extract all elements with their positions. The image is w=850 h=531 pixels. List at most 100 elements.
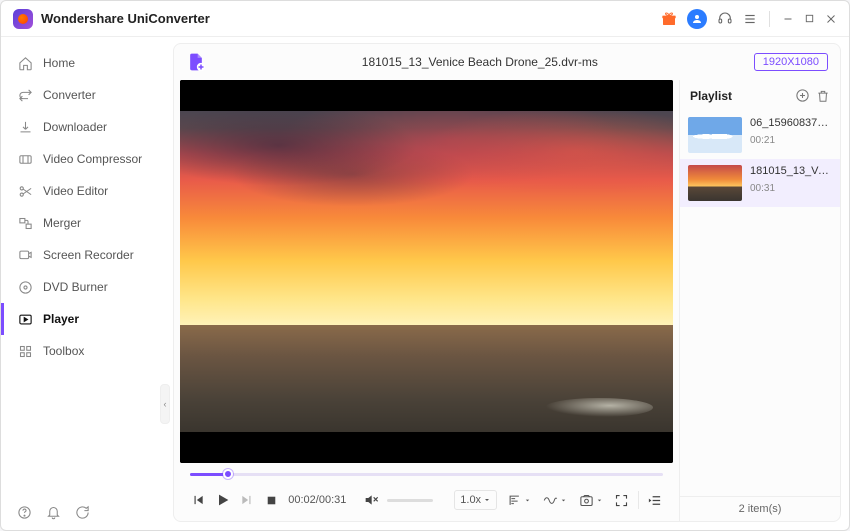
playlist-item-name: 06_1596083776.d... [750,117,832,129]
chevron-down-icon [524,497,531,504]
sidebar-item-label: Toolbox [43,344,84,358]
sidebar-item-video-compressor[interactable]: Video Compressor [1,143,171,175]
playlist-item-duration: 00:31 [750,183,832,194]
playlist-toggle-button[interactable] [646,490,663,510]
playlist-count: 2 item(s) [680,496,840,521]
sidebar-item-player[interactable]: Player [1,303,171,335]
letterbox [180,80,673,111]
player-controls: 00:02/00:31 1.0x [180,479,673,521]
sidebar-nav: Home Converter Downloader Video Compress… [1,47,171,495]
playlist-panel: Playlist 06_1596083776.d... 00:21 [679,80,840,521]
sidebar: Home Converter Downloader Video Compress… [1,37,171,530]
playlist-item-meta: 06_1596083776.d... 00:21 [750,117,832,153]
playlist-add-button[interactable] [795,88,810,103]
sidebar-bottom [1,495,171,530]
volume-slider[interactable] [387,499,433,502]
feedback-icon[interactable] [75,505,90,520]
playlist-list: 06_1596083776.d... 00:21 181015_13_Venic… [680,111,840,496]
recorder-icon [17,247,33,263]
app-window: Wondershare UniConverter [0,0,850,531]
sidebar-item-label: Merger [43,216,81,230]
playlist-header: Playlist [680,80,840,111]
titlebar-actions [661,9,837,29]
add-file-button[interactable] [186,52,206,72]
playlist-item[interactable]: 181015_13_Venic... 00:31 [680,159,840,207]
playlist-item[interactable]: 06_1596083776.d... 00:21 [680,111,840,159]
snapshot-dropdown[interactable] [577,491,605,510]
stop-button[interactable] [264,490,281,510]
merger-icon [17,215,33,231]
playlist-thumbnail [688,117,742,153]
app-title: Wondershare UniConverter [41,11,661,26]
main-panel: 181015_13_Venice Beach Drone_25.dvr-ms 1… [173,43,841,522]
subtitle-dropdown[interactable] [505,491,533,510]
current-file-title: 181015_13_Venice Beach Drone_25.dvr-ms [214,55,746,69]
player-area: 00:02/00:31 1.0x [174,80,679,521]
minimize-icon[interactable] [782,13,794,25]
compressor-icon [17,151,33,167]
download-icon [17,119,33,135]
playlist-thumbnail [688,165,742,201]
sidebar-item-downloader[interactable]: Downloader [1,111,171,143]
speed-dropdown[interactable]: 1.0x [454,490,497,510]
help-icon[interactable] [17,505,32,520]
app-logo-icon [13,9,33,29]
mute-button[interactable] [362,490,379,510]
playlist-item-duration: 00:21 [750,135,832,146]
close-icon[interactable] [825,13,837,25]
sidebar-item-label: Screen Recorder [43,248,134,262]
playlist-item-name: 181015_13_Venic... [750,165,832,177]
playlist-item-meta: 181015_13_Venic... 00:31 [750,165,832,201]
separator [638,491,639,509]
maximize-icon[interactable] [804,13,815,24]
sidebar-item-label: Converter [43,88,96,102]
video-frame-foam [545,398,653,417]
sidebar-item-merger[interactable]: Merger [1,207,171,239]
play-button[interactable] [215,490,232,510]
sidebar-item-label: DVD Burner [43,280,108,294]
chevron-down-icon [560,497,567,504]
video-frame-clouds [180,111,673,226]
playlist-delete-button[interactable] [816,89,830,103]
disc-icon [17,279,33,295]
content-area: 00:02/00:31 1.0x [174,80,840,521]
sidebar-collapse-handle[interactable]: ‹ [160,384,170,424]
progress-line [190,473,663,476]
support-icon[interactable] [717,11,733,27]
video-viewport[interactable] [180,80,673,463]
menu-icon[interactable] [743,12,757,26]
sidebar-item-home[interactable]: Home [1,47,171,79]
playlist-title: Playlist [690,89,732,103]
toolbox-icon [17,343,33,359]
sidebar-item-label: Video Editor [43,184,108,198]
fullscreen-button[interactable] [613,490,630,510]
sidebar-item-label: Player [43,312,79,326]
audio-track-dropdown[interactable] [541,491,569,510]
account-icon[interactable] [687,9,707,29]
sidebar-item-toolbox[interactable]: Toolbox [1,335,171,367]
letterbox [180,432,673,463]
app-body: Home Converter Downloader Video Compress… [1,37,849,530]
bell-icon[interactable] [46,505,61,520]
sidebar-item-converter[interactable]: Converter [1,79,171,111]
chevron-down-icon [483,496,491,504]
chevron-down-icon [596,497,603,504]
sidebar-item-screen-recorder[interactable]: Screen Recorder [1,239,171,271]
next-button[interactable] [239,490,256,510]
prev-button[interactable] [190,490,207,510]
sidebar-item-dvd-burner[interactable]: DVD Burner [1,271,171,303]
main-toolbar: 181015_13_Venice Beach Drone_25.dvr-ms 1… [174,44,840,80]
speed-value: 1.0x [460,494,481,506]
progress-track[interactable] [180,463,673,479]
home-icon [17,55,33,71]
progress-thumb[interactable] [223,469,233,479]
separator [769,11,770,27]
sidebar-item-video-editor[interactable]: Video Editor [1,175,171,207]
time-display: 00:02/00:31 [288,494,346,506]
gift-icon[interactable] [661,11,677,27]
sidebar-item-label: Downloader [43,120,107,134]
converter-icon [17,87,33,103]
player-icon [17,311,33,327]
scissors-icon [17,183,33,199]
resolution-badge[interactable]: 1920X1080 [754,53,828,71]
